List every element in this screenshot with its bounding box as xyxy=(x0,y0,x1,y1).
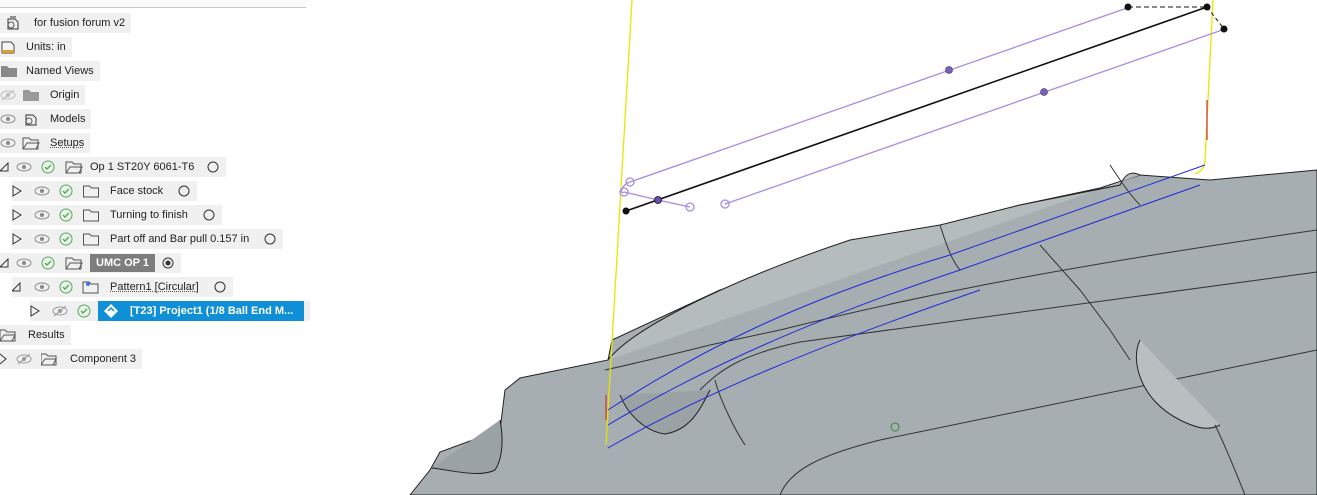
pattern-icon xyxy=(82,277,100,297)
tree-item-results[interactable]: Results xyxy=(0,325,71,345)
tree-item-models[interactable]: Models xyxy=(0,109,92,129)
check-circle-icon xyxy=(58,277,74,297)
results-label: Results xyxy=(28,329,65,341)
eye-icon[interactable] xyxy=(16,157,32,177)
units-label: Units: in xyxy=(26,41,66,53)
model-body[interactable] xyxy=(409,164,1317,495)
eye-hidden-icon[interactable] xyxy=(0,85,16,105)
browser-panel: for fusion forum v2 Units: in Named View… xyxy=(0,0,320,380)
expand-triangle-icon[interactable] xyxy=(12,205,22,225)
radio-icon[interactable] xyxy=(206,157,220,177)
doc-row[interactable]: for fusion forum v2 xyxy=(0,13,132,33)
eye-icon[interactable] xyxy=(34,277,50,297)
eye-hidden-icon[interactable] xyxy=(52,301,68,321)
setup-folder-icon xyxy=(64,157,84,177)
tree-item-named-views[interactable]: Named Views xyxy=(0,61,100,81)
models-label: Models xyxy=(50,113,86,125)
doc-name: for fusion forum v2 xyxy=(34,17,126,29)
check-circle-icon xyxy=(58,229,74,249)
eye-icon[interactable] xyxy=(0,133,16,153)
named-views-label: Named Views xyxy=(26,65,94,77)
t23-label: [T23] Project1 (1/8 Ball End M... xyxy=(130,305,294,317)
folder-icon xyxy=(20,85,42,105)
check-circle-icon xyxy=(40,157,56,177)
check-circle-icon xyxy=(76,301,92,321)
part-off-label: Part off and Bar pull 0.157 in xyxy=(110,233,250,245)
selected-operation[interactable]: [T23] Project1 (1/8 Ball End M... xyxy=(98,301,304,321)
eye-icon[interactable] xyxy=(34,205,50,225)
radio-icon[interactable] xyxy=(177,181,191,201)
eye-icon[interactable] xyxy=(34,181,50,201)
project-operation-icon xyxy=(102,301,120,321)
turning-label: Turning to finish xyxy=(110,209,188,221)
eye-hidden-icon[interactable] xyxy=(16,349,32,369)
radio-icon[interactable] xyxy=(263,229,277,249)
folder-outline-icon xyxy=(82,205,100,225)
tree-item-units[interactable]: Units: in xyxy=(0,37,72,57)
eye-icon[interactable] xyxy=(34,229,50,249)
results-folder-icon xyxy=(0,325,16,345)
pattern1-label: Pattern1 [Circular] xyxy=(110,281,199,293)
eye-icon[interactable] xyxy=(16,253,32,273)
op1-label: Op 1 ST20Y 6061-T6 xyxy=(90,161,195,173)
tree-item-setups[interactable]: Setups xyxy=(0,133,91,153)
component-folder-icon xyxy=(40,349,58,369)
tree-item-component3[interactable]: Component 3 xyxy=(0,349,143,369)
expand-triangle-icon[interactable] xyxy=(0,349,8,369)
face-stock-label: Face stock xyxy=(110,185,164,197)
folder-outline-icon xyxy=(82,229,100,249)
folder-icon xyxy=(0,61,18,81)
folder-outline-icon xyxy=(82,181,100,201)
tree-item-part-off[interactable]: Part off and Bar pull 0.157 in xyxy=(12,229,284,249)
tree-item-face-stock[interactable]: Face stock xyxy=(12,181,198,201)
tree-item-umc-op1[interactable]: UMC OP 1 xyxy=(0,253,181,273)
setups-label: Setups xyxy=(50,137,85,149)
expand-triangle-icon[interactable] xyxy=(12,181,22,201)
umc-op1-label: UMC OP 1 xyxy=(90,254,155,272)
tree-item-origin[interactable]: Origin xyxy=(0,85,86,105)
component-icon xyxy=(0,13,26,33)
eye-icon[interactable] xyxy=(0,109,16,129)
collapse-triangle-icon[interactable] xyxy=(12,277,22,297)
setup-folder-icon xyxy=(20,133,42,153)
tree-item-pattern1[interactable]: Pattern1 [Circular] xyxy=(12,277,233,297)
radio-icon[interactable] xyxy=(202,205,216,225)
component-icon xyxy=(20,109,42,129)
component3-label: Component 3 xyxy=(70,353,137,365)
setup-folder-icon xyxy=(64,253,84,273)
radio-selected-icon[interactable] xyxy=(161,253,175,273)
collapse-triangle-icon[interactable] xyxy=(0,157,10,177)
tree-item-t23-project1[interactable]: [T23] Project1 (1/8 Ball End M... xyxy=(30,301,310,321)
check-circle-icon xyxy=(58,205,74,225)
expand-triangle-icon[interactable] xyxy=(12,229,22,249)
collapse-triangle-icon[interactable] xyxy=(0,253,10,273)
document-icon xyxy=(0,37,18,57)
origin-label: Origin xyxy=(50,89,80,101)
tree-item-turning-to-finish[interactable]: Turning to finish xyxy=(12,205,222,225)
tree-item-op1[interactable]: Op 1 ST20Y 6061-T6 xyxy=(0,157,227,177)
check-circle-icon xyxy=(58,181,74,201)
browser-header xyxy=(0,0,306,8)
radio-icon[interactable] xyxy=(213,277,227,297)
check-circle-icon xyxy=(40,253,56,273)
expand-triangle-icon[interactable] xyxy=(30,301,40,321)
